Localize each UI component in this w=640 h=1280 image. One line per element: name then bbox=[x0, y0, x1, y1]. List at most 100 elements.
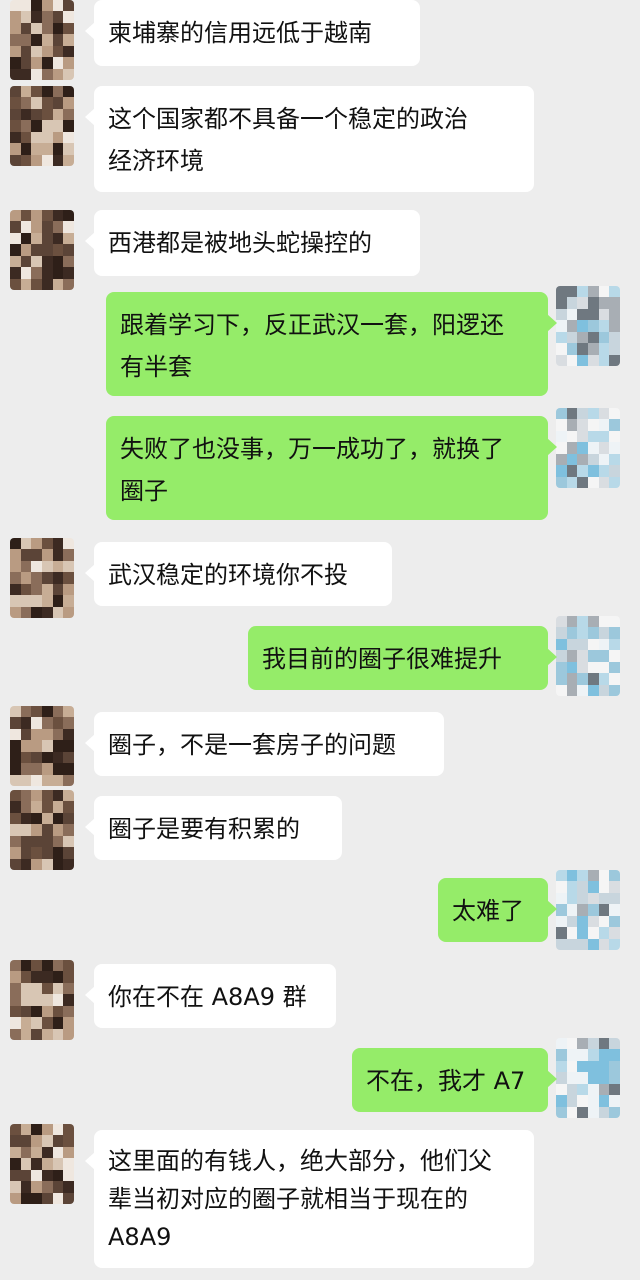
avatar-pixel bbox=[42, 1028, 54, 1040]
message-bubble[interactable]: 这个国家都不具备一个稳定的政治 经济环境 bbox=[85, 86, 534, 192]
avatar-pixel bbox=[20, 154, 32, 166]
message-bubble[interactable]: 武汉稳定的环境你不投 bbox=[85, 542, 392, 606]
avatar-pixel bbox=[42, 34, 54, 47]
avatar-pixel bbox=[10, 549, 22, 562]
avatar-pixel bbox=[566, 915, 578, 928]
message-bubble[interactable]: 圈子是要有积累的 bbox=[85, 796, 342, 860]
contact-avatar[interactable] bbox=[10, 86, 74, 166]
message-bubble[interactable]: 太难了 bbox=[438, 878, 557, 942]
avatar-pixel bbox=[598, 1072, 610, 1085]
contact-avatar[interactable] bbox=[10, 538, 74, 618]
avatar-pixel bbox=[42, 560, 54, 573]
avatar-pixel bbox=[588, 673, 600, 686]
avatar-pixel bbox=[42, 971, 54, 984]
contact-avatar[interactable] bbox=[10, 706, 74, 786]
message-bubble[interactable]: 这里面的有钱人，绝大部分，他们父 辈当初对应的圈子就相当于现在的 A8A9 bbox=[85, 1130, 534, 1268]
user-avatar[interactable] bbox=[556, 286, 620, 366]
message-bubble[interactable]: 不在，我才 A7 bbox=[352, 1048, 557, 1112]
avatar-pixel bbox=[42, 1158, 54, 1171]
contact-avatar[interactable] bbox=[10, 210, 74, 290]
avatar-pixel bbox=[566, 627, 578, 640]
avatar-pixel bbox=[31, 1158, 43, 1171]
user-avatar[interactable] bbox=[556, 408, 620, 488]
message-bubble[interactable]: 跟着学习下，反正武汉一套，阳逻还 有半套 bbox=[106, 292, 557, 396]
avatar-pixel bbox=[52, 824, 64, 837]
avatar-pixel bbox=[20, 143, 32, 156]
avatar-pixel bbox=[598, 419, 610, 432]
avatar-pixel bbox=[52, 706, 64, 718]
avatar-pixel bbox=[20, 22, 32, 35]
message-bubble[interactable]: 柬埔寨的信用远低于越南 bbox=[85, 0, 420, 66]
avatar-pixel bbox=[588, 892, 600, 905]
message-bubble[interactable]: 你在不在 A8A9 群 bbox=[85, 964, 336, 1028]
avatar-pixel bbox=[566, 442, 578, 455]
user-avatar[interactable] bbox=[556, 1038, 620, 1118]
avatar-pixel bbox=[20, 1017, 32, 1030]
avatar-pixel bbox=[598, 927, 610, 940]
avatar-pixel bbox=[556, 331, 568, 344]
avatar-pixel bbox=[609, 1106, 620, 1118]
avatar-pixel bbox=[31, 835, 43, 848]
avatar-pixel bbox=[52, 57, 64, 70]
avatar-pixel bbox=[42, 1017, 54, 1030]
avatar-pixel bbox=[588, 927, 600, 940]
avatar-pixel bbox=[31, 728, 43, 741]
avatar-pixel bbox=[63, 57, 74, 70]
avatar-pixel bbox=[31, 717, 43, 730]
avatar-pixel bbox=[588, 1095, 600, 1108]
avatar-pixel bbox=[63, 255, 74, 268]
avatar-pixel bbox=[566, 320, 578, 333]
avatar-pixel bbox=[63, 595, 74, 608]
avatar-pixel bbox=[20, 221, 32, 234]
avatar-pixel bbox=[598, 430, 610, 443]
avatar-pixel bbox=[20, 858, 32, 870]
contact-avatar[interactable] bbox=[10, 1124, 74, 1204]
contact-avatar[interactable] bbox=[10, 790, 74, 870]
avatar-pixel bbox=[20, 717, 32, 730]
message-bubble[interactable]: 西港都是被地头蛇操控的 bbox=[85, 210, 420, 276]
avatar-pixel bbox=[42, 108, 54, 121]
avatar-pixel bbox=[577, 673, 589, 686]
avatar-pixel bbox=[52, 255, 64, 268]
avatar-pixel bbox=[31, 751, 43, 764]
avatar-pixel bbox=[52, 278, 64, 290]
avatar-pixel bbox=[609, 1095, 620, 1108]
avatar-pixel bbox=[566, 1106, 578, 1118]
avatar-pixel bbox=[63, 22, 74, 35]
avatar-pixel bbox=[42, 221, 54, 234]
avatar-pixel bbox=[42, 606, 54, 618]
message-bubble[interactable]: 圈子，不是一套房子的问题 bbox=[85, 712, 444, 776]
avatar-pixel bbox=[556, 673, 568, 686]
avatar-pixel bbox=[52, 538, 64, 550]
avatar-pixel bbox=[598, 673, 610, 686]
avatar-pixel bbox=[598, 476, 610, 488]
avatar-pixel bbox=[31, 108, 43, 121]
avatar-pixel bbox=[42, 154, 54, 166]
contact-avatar[interactable] bbox=[10, 960, 74, 1040]
avatar-pixel bbox=[63, 751, 74, 764]
avatar-pixel bbox=[20, 790, 32, 802]
message-bubble[interactable]: 失败了也没事，万一成功了，就换了 圈子 bbox=[106, 416, 557, 520]
avatar-pixel bbox=[609, 308, 620, 321]
avatar-pixel bbox=[63, 143, 74, 156]
avatar-pixel bbox=[31, 1005, 43, 1018]
avatar-pixel bbox=[42, 763, 54, 776]
avatar-pixel bbox=[63, 267, 74, 280]
avatar-pixel bbox=[42, 549, 54, 562]
message-bubble[interactable]: 我目前的圈子很难提升 bbox=[248, 626, 557, 690]
user-avatar[interactable] bbox=[556, 870, 620, 950]
avatar-pixel bbox=[588, 638, 600, 651]
avatar-pixel bbox=[577, 1060, 589, 1073]
avatar-pixel bbox=[63, 1135, 74, 1148]
avatar-pixel bbox=[598, 627, 610, 640]
avatar-pixel bbox=[556, 453, 568, 466]
contact-avatar[interactable] bbox=[10, 0, 74, 80]
avatar-pixel bbox=[42, 1135, 54, 1148]
avatar-pixel bbox=[609, 938, 620, 950]
avatar-pixel bbox=[52, 751, 64, 764]
avatar-pixel bbox=[42, 790, 54, 802]
user-avatar[interactable] bbox=[556, 616, 620, 696]
avatar-pixel bbox=[566, 1060, 578, 1073]
avatar-pixel bbox=[566, 476, 578, 488]
avatar-pixel bbox=[10, 982, 22, 995]
